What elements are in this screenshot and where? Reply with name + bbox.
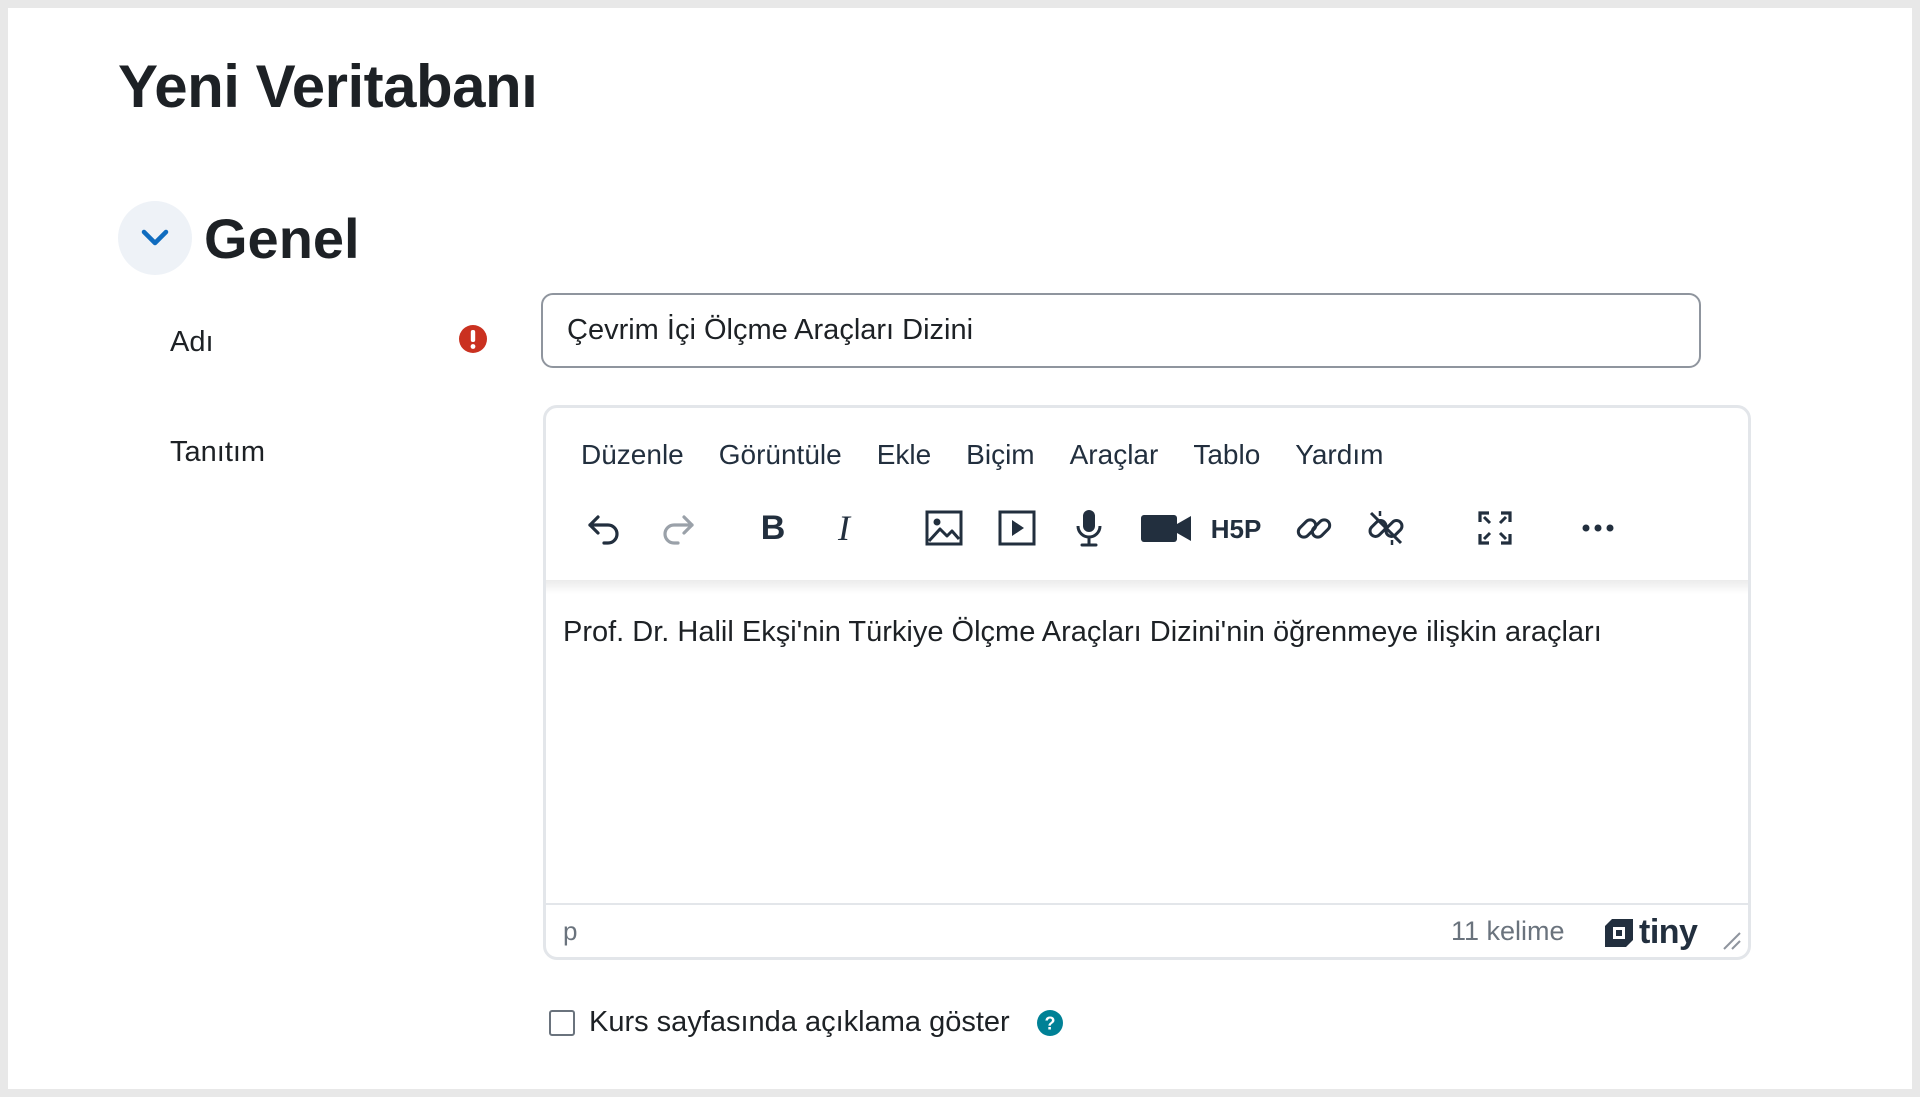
name-label: Adı [170,326,214,358]
italic-button[interactable]: I [816,498,872,558]
bold-button[interactable]: B [745,498,801,558]
italic-icon: I [837,508,852,548]
menu-tools[interactable]: Araçlar [1056,435,1173,475]
show-description-checkbox[interactable] [549,1009,575,1036]
name-input[interactable] [541,293,1701,368]
menu-view[interactable]: Görüntüle [705,435,856,475]
link-button[interactable] [1286,498,1342,558]
svg-text:H5P: H5P [1211,514,1262,544]
editor-toolbar: B I H5P [546,498,1748,558]
page-title: Yeni Veritabanı [118,53,538,120]
tiny-branding[interactable]: tiny [1603,913,1698,952]
word-count[interactable]: 11 kelime [1451,916,1565,947]
record-audio-button[interactable] [1061,498,1117,558]
h5p-icon: H5P [1211,514,1262,544]
more-icon [1582,524,1614,532]
redo-icon [663,515,694,545]
section-title: Genel [204,206,360,270]
microphone-icon [1076,510,1102,547]
svg-text:?: ? [1044,1013,1055,1033]
resize-handle-icon[interactable] [1720,929,1742,951]
question-circle-icon[interactable]: ? [1036,1009,1064,1037]
editor-statusbar: p 11 kelime tiny [546,903,1748,957]
video-camera-icon [1141,515,1191,542]
link-icon [1296,518,1332,539]
bold-icon: B [761,509,786,547]
redo-button[interactable] [650,498,706,558]
more-button[interactable] [1570,498,1626,558]
menu-format[interactable]: Biçim [952,435,1048,475]
element-path[interactable]: p [563,916,577,947]
toolbar-divider [546,580,1748,594]
exclamation-circle-icon [459,325,487,353]
editor-content[interactable]: Prof. Dr. Halil Ekşi'nin Türkiye Ölçme A… [546,594,1748,904]
menu-insert[interactable]: Ekle [863,435,945,475]
menu-help[interactable]: Yardım [1281,435,1397,475]
image-icon [925,510,963,546]
chevron-down-icon [141,229,169,246]
media-icon [998,510,1036,546]
page: Yeni Veritabanı Genel Adı Tanıtım Düzenl… [8,8,1912,1089]
editor-menubar: Düzenle Görüntüle Ekle Biçim Araçlar Tab… [546,433,1404,477]
tiny-brand-text: tiny [1639,913,1698,951]
insert-media-button[interactable] [989,498,1045,558]
unlink-icon [1368,511,1404,545]
insert-image-button[interactable] [916,498,972,558]
rich-text-editor: Düzenle Görüntüle Ekle Biçim Araçlar Tab… [543,405,1751,960]
record-video-button[interactable] [1136,498,1196,558]
fullscreen-icon [1478,511,1512,545]
undo-icon [588,515,619,545]
h5p-button[interactable]: H5P [1206,498,1266,558]
undo-button[interactable] [576,498,632,558]
menu-table[interactable]: Tablo [1179,435,1274,475]
menu-edit[interactable]: Düzenle [567,435,698,475]
tiny-logo-icon [1605,918,1633,947]
show-description-label[interactable]: Kurs sayfasında açıklama göster [589,1006,1010,1039]
description-label: Tanıtım [170,436,266,468]
section-header-general: Genel [118,201,360,275]
unlink-button[interactable] [1358,498,1414,558]
fullscreen-button[interactable] [1467,498,1523,558]
svg-text:I: I [837,508,852,548]
svg-text:B: B [761,509,786,547]
show-description-row: Kurs sayfasında açıklama göster ? [549,1006,1064,1039]
section-collapse-toggle[interactable] [118,201,192,275]
